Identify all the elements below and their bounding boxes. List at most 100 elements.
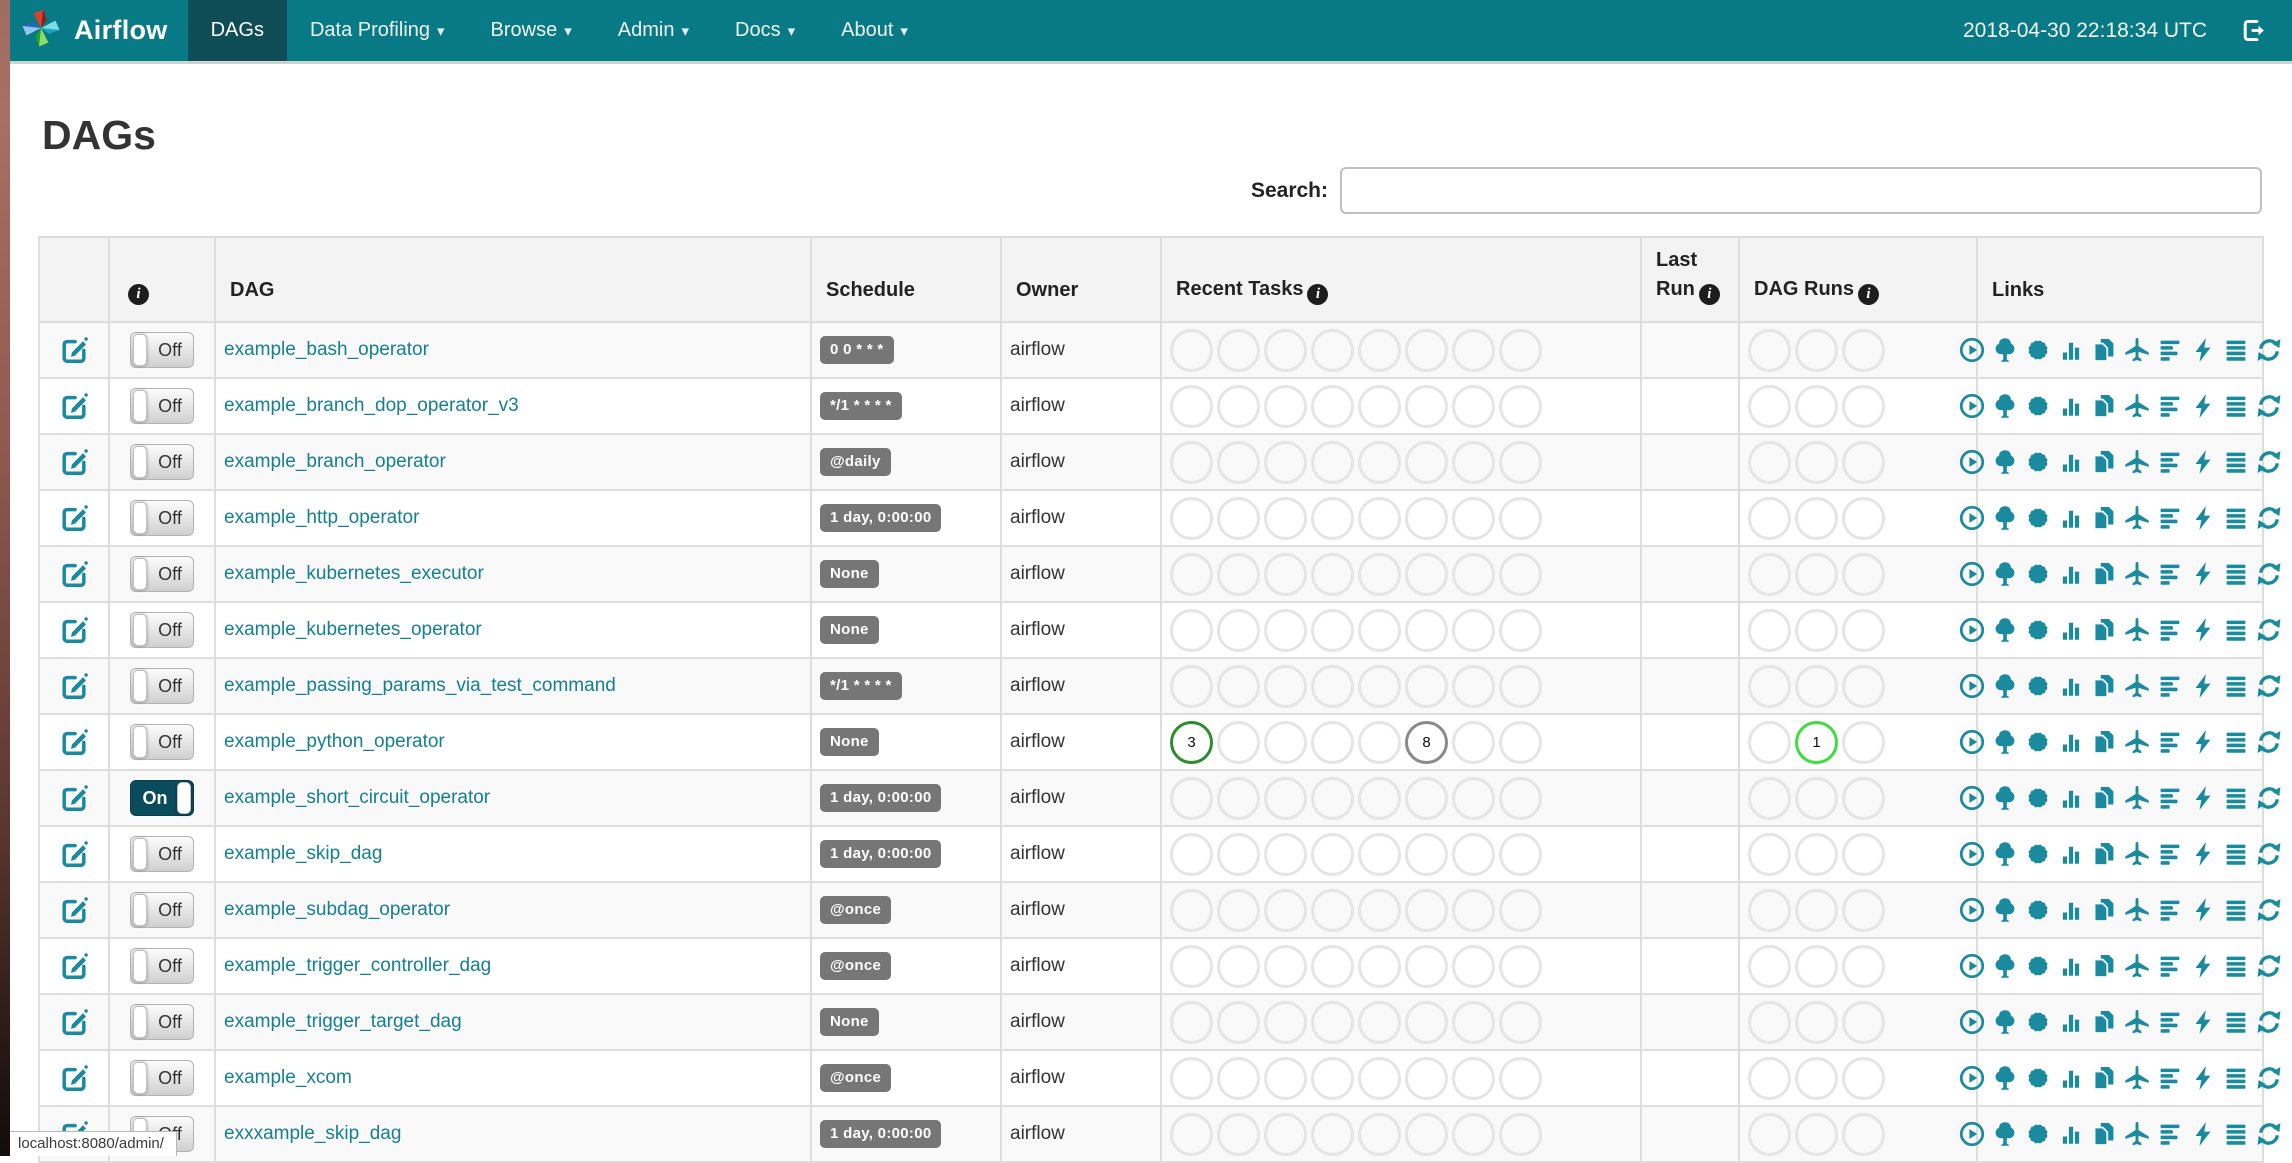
graph-view-icon[interactable] — [2025, 673, 2051, 699]
task-state-circle[interactable] — [1452, 888, 1495, 932]
trigger-dag-icon[interactable] — [1959, 505, 1985, 531]
dag-run-circle[interactable] — [1842, 1000, 1885, 1044]
task-state-circle[interactable] — [1217, 496, 1260, 540]
task-state-circle[interactable] — [1452, 832, 1495, 876]
landing-times-icon[interactable] — [2124, 897, 2150, 923]
task-state-circle[interactable] — [1452, 384, 1495, 428]
landing-times-icon[interactable] — [2124, 1009, 2150, 1035]
task-state-circle[interactable] — [1499, 664, 1542, 708]
task-state-circle[interactable] — [1405, 384, 1448, 428]
task-state-circle[interactable] — [1358, 1112, 1401, 1156]
task-state-circle[interactable] — [1217, 384, 1260, 428]
graph-view-icon[interactable] — [2025, 897, 2051, 923]
dag-name-link[interactable]: example_subdag_operator — [224, 899, 450, 920]
gantt-view-icon[interactable] — [2157, 953, 2183, 979]
task-state-circle[interactable] — [1358, 888, 1401, 932]
dag-run-circle[interactable] — [1842, 720, 1885, 764]
task-state-circle[interactable] — [1217, 776, 1260, 820]
dag-run-circle[interactable] — [1748, 384, 1791, 428]
task-state-circle[interactable] — [1311, 440, 1354, 484]
task-state-circle[interactable] — [1499, 720, 1542, 764]
dag-run-circle[interactable] — [1795, 944, 1838, 988]
trigger-dag-icon[interactable] — [1959, 561, 1985, 587]
task-state-circle[interactable] — [1358, 720, 1401, 764]
tree-view-icon[interactable] — [1992, 785, 2018, 811]
task-state-circle[interactable] — [1358, 944, 1401, 988]
task-duration-icon[interactable] — [2058, 617, 2084, 643]
task-state-circle[interactable] — [1264, 384, 1307, 428]
task-state-circle[interactable]: 8 — [1405, 720, 1448, 764]
tree-view-icon[interactable] — [1992, 1065, 2018, 1091]
task-state-circle[interactable] — [1170, 608, 1213, 652]
tree-view-icon[interactable] — [1992, 449, 2018, 475]
gantt-view-icon[interactable] — [2157, 897, 2183, 923]
refresh-icon[interactable] — [2256, 505, 2282, 531]
task-state-circle[interactable] — [1499, 944, 1542, 988]
graph-view-icon[interactable] — [2025, 561, 2051, 587]
task-state-circle[interactable] — [1217, 440, 1260, 484]
task-state-circle[interactable] — [1452, 440, 1495, 484]
landing-times-icon[interactable] — [2124, 617, 2150, 643]
graph-view-icon[interactable] — [2025, 1009, 2051, 1035]
task-state-circle[interactable] — [1405, 496, 1448, 540]
graph-view-icon[interactable] — [2025, 785, 2051, 811]
task-state-circle[interactable] — [1452, 944, 1495, 988]
task-state-circle[interactable] — [1452, 1056, 1495, 1100]
dag-run-circle[interactable] — [1795, 832, 1838, 876]
task-state-circle[interactable] — [1217, 664, 1260, 708]
nav-item-admin[interactable]: Admin ▾ — [595, 0, 712, 61]
task-duration-icon[interactable] — [2058, 337, 2084, 363]
task-state-circle[interactable] — [1452, 664, 1495, 708]
task-state-circle[interactable] — [1499, 608, 1542, 652]
logs-icon[interactable] — [2223, 953, 2249, 979]
code-view-icon[interactable] — [2190, 785, 2216, 811]
dag-run-circle[interactable] — [1842, 608, 1885, 652]
refresh-icon[interactable] — [2256, 617, 2282, 643]
trigger-dag-icon[interactable] — [1959, 1009, 1985, 1035]
dag-name-link[interactable]: example_http_operator — [224, 507, 419, 528]
dag-run-circle[interactable] — [1842, 496, 1885, 540]
task-tries-icon[interactable] — [2091, 393, 2117, 419]
logs-icon[interactable] — [2223, 785, 2249, 811]
code-view-icon[interactable] — [2190, 1009, 2216, 1035]
task-duration-icon[interactable] — [2058, 897, 2084, 923]
task-state-circle[interactable] — [1499, 440, 1542, 484]
task-state-circle[interactable] — [1358, 832, 1401, 876]
dag-name-link[interactable]: example_skip_dag — [224, 843, 382, 864]
dag-name-link[interactable]: example_xcom — [224, 1067, 352, 1088]
task-state-circle[interactable] — [1264, 776, 1307, 820]
task-state-circle[interactable] — [1358, 552, 1401, 596]
code-view-icon[interactable] — [2190, 1065, 2216, 1091]
task-state-circle[interactable] — [1264, 552, 1307, 596]
code-view-icon[interactable] — [2190, 673, 2216, 699]
trigger-dag-icon[interactable] — [1959, 393, 1985, 419]
task-state-circle[interactable] — [1358, 1056, 1401, 1100]
task-state-circle[interactable] — [1217, 944, 1260, 988]
task-state-circle[interactable] — [1170, 944, 1213, 988]
task-state-circle[interactable] — [1264, 720, 1307, 764]
refresh-icon[interactable] — [2256, 673, 2282, 699]
gantt-view-icon[interactable] — [2157, 785, 2183, 811]
task-state-circle[interactable] — [1217, 608, 1260, 652]
dag-run-circle[interactable] — [1795, 888, 1838, 932]
dag-run-circle[interactable] — [1748, 608, 1791, 652]
task-state-circle[interactable] — [1452, 1000, 1495, 1044]
edit-dag-icon[interactable] — [60, 897, 88, 924]
task-state-circle[interactable] — [1311, 944, 1354, 988]
logs-icon[interactable] — [2223, 841, 2249, 867]
dag-run-circle[interactable] — [1795, 1000, 1838, 1044]
task-duration-icon[interactable] — [2058, 449, 2084, 475]
dag-run-circle[interactable] — [1842, 888, 1885, 932]
task-state-circle[interactable] — [1217, 552, 1260, 596]
task-state-circle[interactable] — [1264, 496, 1307, 540]
task-state-circle[interactable] — [1217, 832, 1260, 876]
code-view-icon[interactable] — [2190, 393, 2216, 419]
task-state-circle[interactable] — [1405, 776, 1448, 820]
task-state-circle[interactable] — [1499, 552, 1542, 596]
task-state-circle[interactable] — [1311, 608, 1354, 652]
logs-icon[interactable] — [2223, 1065, 2249, 1091]
task-state-circle[interactable] — [1311, 1112, 1354, 1156]
task-state-circle[interactable] — [1311, 552, 1354, 596]
edit-dag-icon[interactable] — [60, 953, 88, 980]
code-view-icon[interactable] — [2190, 617, 2216, 643]
